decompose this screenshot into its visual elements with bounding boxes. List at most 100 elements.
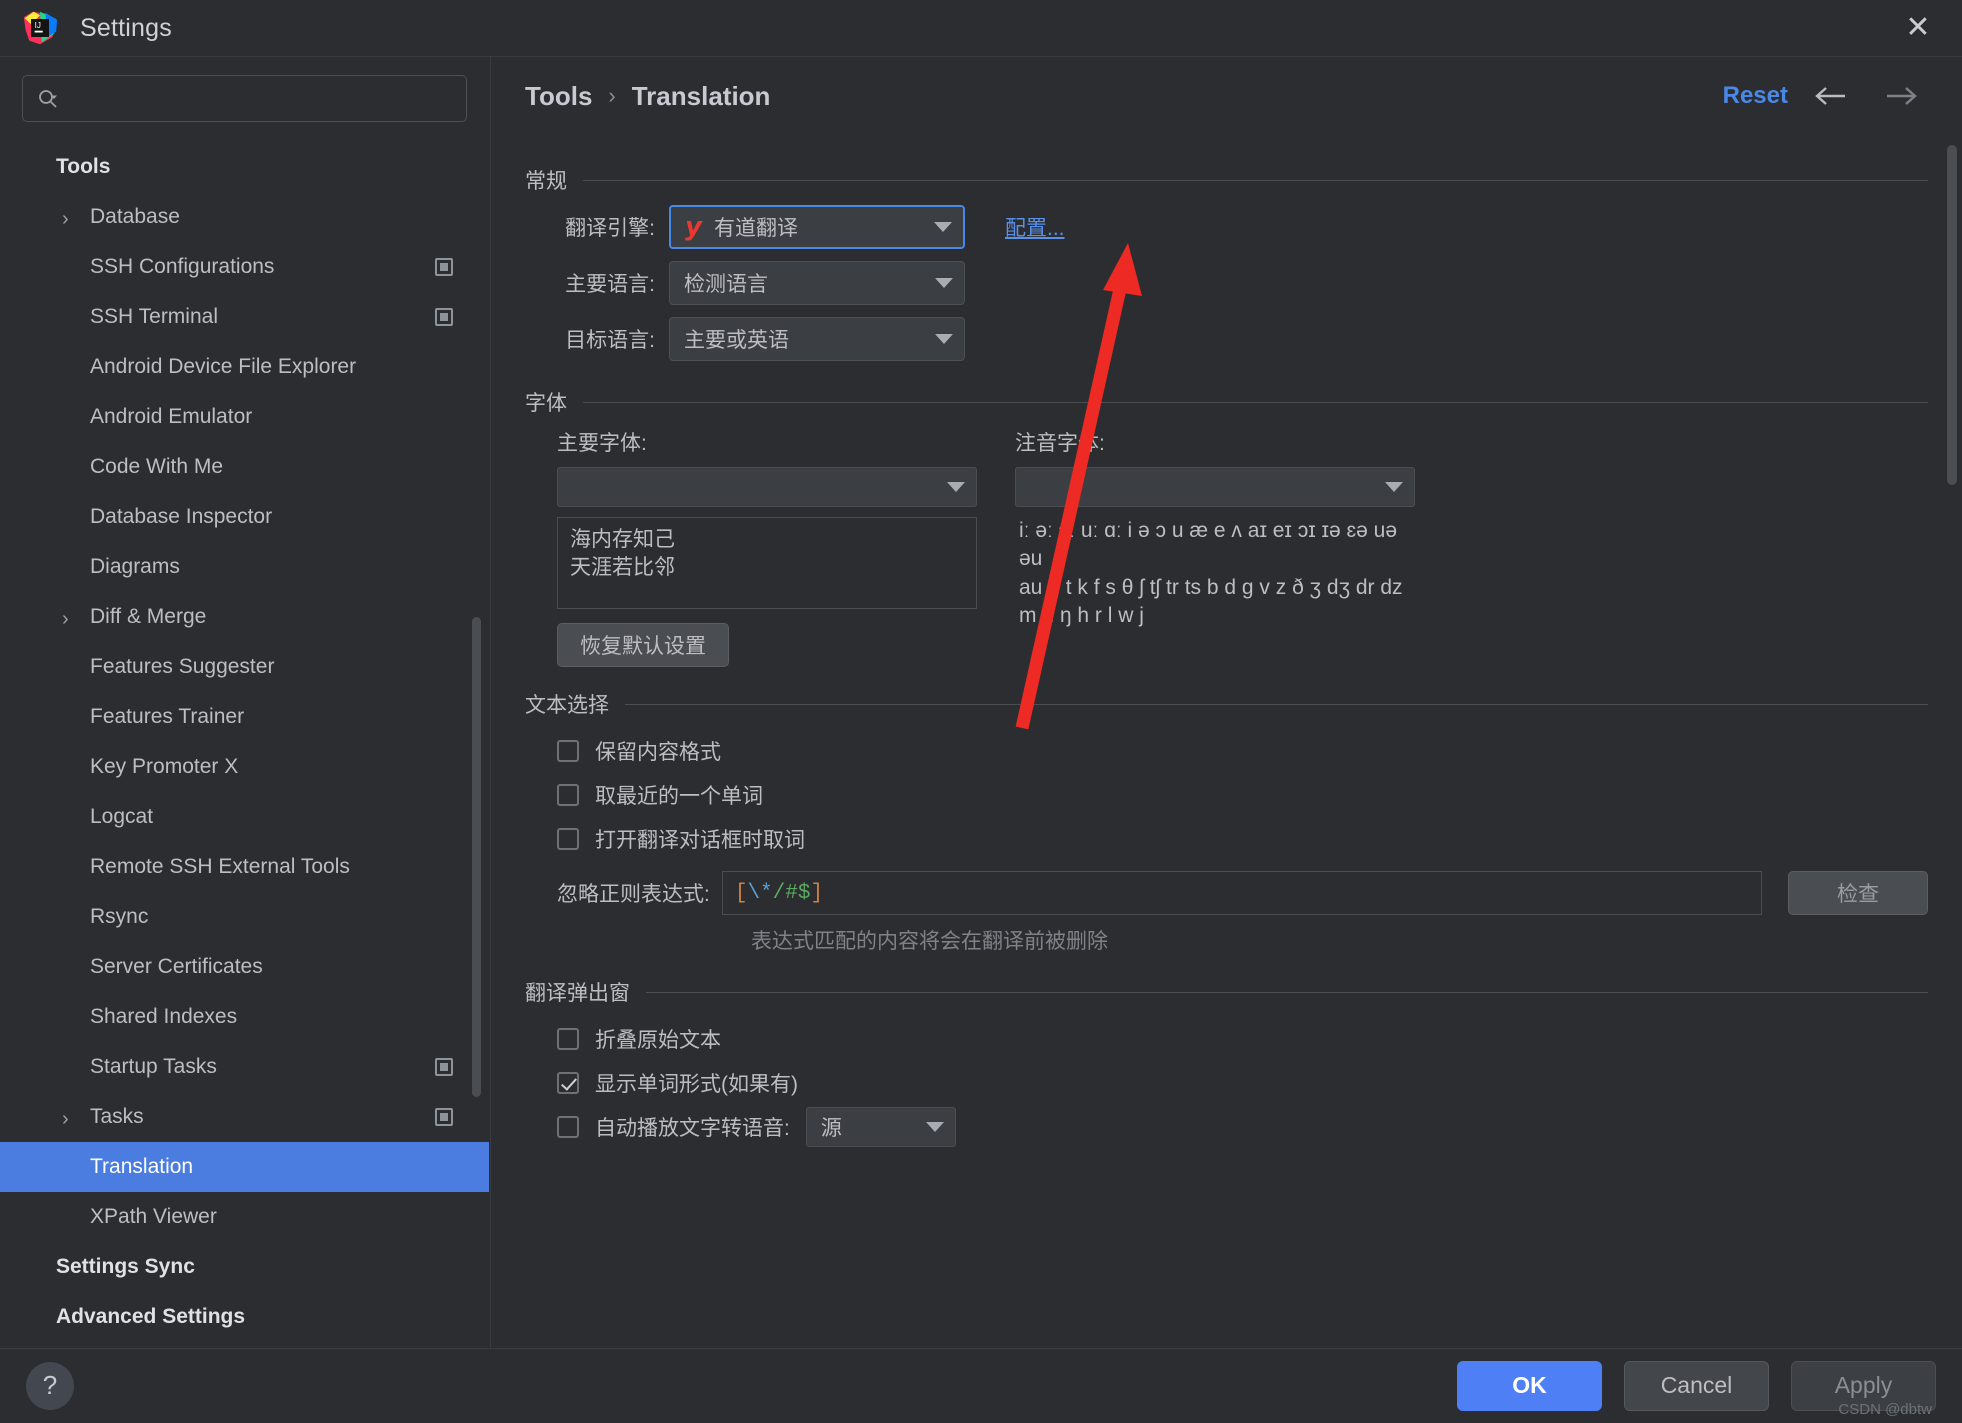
checkbox[interactable] [557, 1028, 579, 1050]
sidebar-item-android-emulator[interactable]: Android Emulator [0, 392, 489, 442]
sidebar-item-translation[interactable]: Translation [0, 1142, 489, 1192]
tts-checkbox[interactable] [557, 1116, 579, 1138]
ipa-line-1: iː əː ɔː uː ɑː i ə ɔ u æ e ʌ aɪ eɪ ɔɪ ɪə… [1019, 519, 1398, 571]
translation-engine-select[interactable]: y 有道翻译 [669, 205, 965, 249]
checkbox[interactable] [557, 828, 579, 850]
checkbox-row: 取最近的一个单词 [525, 773, 1928, 817]
sidebar-item-rsync[interactable]: Rsync [0, 892, 489, 942]
settings-tree[interactable]: Tools › Database SSH Configurations SSH Term… [0, 132, 489, 1348]
checkbox[interactable] [557, 784, 579, 806]
ignore-regex-label: 忽略正则表达式: [557, 883, 710, 906]
project-scope-icon [435, 1108, 453, 1126]
search-input[interactable] [67, 88, 452, 109]
ok-button[interactable]: OK [1457, 1360, 1602, 1411]
arrow-left-icon[interactable] [1804, 76, 1858, 116]
sidebar-scrollbar[interactable] [472, 617, 481, 1097]
chevron-down-icon [924, 334, 964, 344]
settings-content: 常规 翻译引擎: y 有道翻译 配置... 主要语言: 检测语言 目标语言: 主… [491, 135, 1962, 1149]
regex-mid: /# [772, 881, 798, 905]
sidebar-item-tools[interactable]: Tools [0, 142, 489, 192]
sidebar-item-label: XPath Viewer [90, 1205, 217, 1228]
project-scope-icon [435, 258, 453, 276]
sidebar-item-shared-indexes[interactable]: Shared Indexes [0, 992, 489, 1042]
phonetic-font-select[interactable] [1015, 467, 1415, 507]
sidebar-item-settings-sync[interactable]: Settings Sync [0, 1242, 489, 1292]
sidebar-item-key-promoter-x[interactable]: Key Promoter X [0, 742, 489, 792]
reset-button[interactable]: Reset [1723, 82, 1788, 110]
breadcrumb-parent[interactable]: Tools [525, 81, 592, 112]
sidebar-item-label: Rsync [90, 905, 149, 928]
tts-source-select[interactable]: 源 [805, 1107, 956, 1147]
chevron-right-icon[interactable]: › [62, 209, 78, 229]
sidebar-item-tasks[interactable]: › Tasks [0, 1092, 489, 1142]
check-regex-button[interactable]: 检查 [1788, 871, 1928, 915]
sidebar-item-ssh-terminal[interactable]: SSH Terminal [0, 292, 489, 342]
engine-row: 翻译引擎: y 有道翻译 配置... [525, 205, 1928, 249]
section-font-title: 字体 [525, 392, 567, 415]
sidebar-item-diff-merge[interactable]: › Diff & Merge [0, 592, 489, 642]
configure-link[interactable]: 配置... [1005, 212, 1065, 242]
checkbox-row: 打开翻译对话框时取词 [525, 817, 1928, 861]
main-scrollbar[interactable] [1947, 145, 1957, 485]
sidebar-item-code-with-me[interactable]: Code With Me [0, 442, 489, 492]
sidebar-item-xpath-viewer[interactable]: XPath Viewer [0, 1192, 489, 1242]
sidebar-item-label: Database Inspector [90, 505, 273, 528]
chevron-down-icon [915, 1122, 955, 1132]
phonetic-font-preview: iː əː ɔː uː ɑː i ə ɔ u æ e ʌ aɪ eɪ ɔɪ ɪə… [1015, 517, 1415, 630]
checkbox-label: 折叠原始文本 [595, 1029, 721, 1052]
divider [646, 991, 1928, 993]
regex-close-bracket: ] [810, 881, 824, 905]
sidebar-item-diagrams[interactable]: Diagrams [0, 542, 489, 592]
chevron-right-icon[interactable]: › [62, 609, 78, 629]
checkbox[interactable] [557, 740, 579, 762]
primary-language-label: 主要语言: [565, 273, 655, 296]
sidebar-item-label: Android Device File Explorer [90, 355, 357, 378]
checkbox-row: 保留内容格式 [525, 729, 1928, 773]
sidebar-item-features-trainer[interactable]: Features Trainer [0, 692, 489, 742]
page-title: Translation [631, 80, 771, 111]
primary-font-select[interactable] [557, 467, 977, 507]
checkbox[interactable] [557, 1072, 579, 1094]
tts-label: 自动播放文字转语音: [595, 1117, 790, 1140]
target-language-select[interactable]: 主要或英语 [669, 317, 965, 361]
youdao-logo-icon: y [685, 212, 702, 242]
sidebar-item-label: Remote SSH External Tools [90, 855, 350, 878]
sidebar-item-label: SSH Configurations [90, 255, 275, 278]
sidebar-item-advanced-settings[interactable]: Advanced Settings [0, 1292, 489, 1342]
help-icon[interactable]: ? [26, 1361, 74, 1410]
sidebar-item-server-certificates[interactable]: Server Certificates [0, 942, 489, 992]
primary-language-value: 检测语言 [684, 273, 768, 296]
sidebar-item-remote-ssh-external-tools[interactable]: Remote SSH External Tools [0, 842, 489, 892]
sidebar-item-logcat[interactable]: Logcat [0, 792, 489, 842]
primary-language-select[interactable]: 检测语言 [669, 261, 965, 305]
sidebar-item-startup-tasks[interactable]: Startup Tasks [0, 1042, 489, 1092]
target-language-value: 主要或英语 [684, 329, 789, 352]
sidebar-item-label: Features Trainer [90, 705, 245, 728]
phonetic-font-column: 注音字体: iː əː ɔː uː ɑː i ə ɔ u æ e ʌ aɪ eɪ… [1015, 427, 1415, 667]
target-language-label: 目标语言: [565, 329, 655, 352]
project-scope-icon [435, 308, 453, 326]
preview-line-2: 天涯若比邻 [570, 556, 675, 580]
chevron-right-icon[interactable]: › [62, 1109, 78, 1129]
cancel-button[interactable]: Cancel [1624, 1360, 1769, 1411]
arrow-right-icon[interactable] [1874, 76, 1928, 116]
sidebar-item-label: Logcat [90, 805, 154, 828]
primary-font-label: 主要字体: [557, 432, 647, 455]
restore-defaults-button[interactable]: 恢复默认设置 [557, 623, 729, 667]
regex-open-bracket: [ [734, 881, 748, 905]
sidebar-item-features-suggester[interactable]: Features Suggester [0, 642, 489, 692]
sidebar-item-ssh-configurations[interactable]: SSH Configurations [0, 242, 489, 292]
sidebar-item-label: Diff & Merge [90, 605, 207, 628]
search-box[interactable] [22, 75, 467, 122]
close-icon[interactable]: ✕ [1896, 6, 1940, 50]
ipa-line-2: au p t k f s θ ʃ tʃ tr ts b d g v z ð ʒ … [1019, 575, 1403, 599]
text-selection-checkbox-group: 保留内容格式 取最近的一个单词 打开翻译对话框时取词 [525, 729, 1928, 861]
sidebar-item-android-device-file-explorer[interactable]: Android Device File Explorer [0, 342, 489, 392]
sidebar-item-database-inspector[interactable]: Database Inspector [0, 492, 489, 542]
search-icon [37, 88, 59, 110]
sidebar-item-database[interactable]: › Database [0, 192, 489, 242]
ignore-regex-input[interactable]: [\*/# $] [721, 871, 1762, 915]
section-general-title: 常规 [525, 170, 567, 193]
dialog-footer: ? OK Cancel Apply CSDN @dbtw [0, 1348, 1962, 1422]
chevron-down-icon [923, 222, 963, 232]
